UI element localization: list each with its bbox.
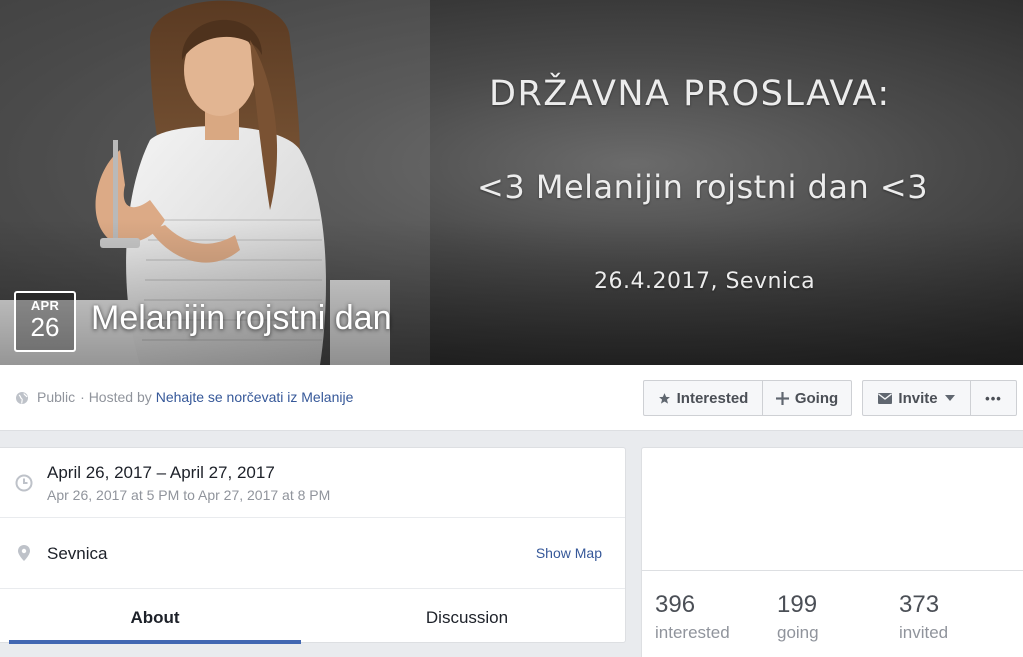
interested-button[interactable]: Interested: [643, 380, 763, 416]
hosted-by-label: · Hosted by: [80, 389, 152, 405]
more-options-button[interactable]: •••: [970, 380, 1017, 416]
stat-invited-count: 373: [899, 591, 940, 618]
event-title: Melanijin rojstni dan: [91, 299, 392, 337]
stat-interested[interactable]: 396 interested: [655, 591, 730, 643]
stat-interested-count: 396: [655, 591, 696, 618]
stat-invited[interactable]: 373 invited: [899, 591, 948, 643]
interested-button-label: Interested: [676, 389, 749, 407]
map-pin-icon: [18, 545, 30, 566]
globe-icon: [16, 391, 28, 404]
invite-button[interactable]: Invite: [862, 380, 971, 416]
stat-going-count: 199: [777, 591, 818, 618]
more-options-icon: •••: [985, 390, 1002, 406]
cover-photo-area: DRŽAVNA PROSLAVA: <3 Melanijin rojstni d…: [0, 0, 1023, 365]
event-tabs: About Discussion: [0, 589, 625, 644]
stat-going[interactable]: 199 going: [777, 591, 819, 643]
event-location: Sevnica: [47, 544, 108, 563]
privacy-label: Public: [37, 389, 76, 405]
event-date-month: APR: [30, 298, 60, 313]
stat-interested-label: interested: [655, 623, 730, 642]
stat-going-label: going: [777, 623, 819, 642]
going-button[interactable]: Going: [762, 380, 852, 416]
event-stats-card: 396 interested 199 going 373 invited: [641, 447, 1023, 657]
event-details-card: April 26, 2017 – April 27, 2017 Apr 26, …: [0, 447, 626, 644]
stats-divider: [642, 570, 1023, 571]
invite-button-label: Invite: [898, 389, 938, 407]
event-privacy-host: Public · Hosted by Nehajte se norčevati …: [16, 389, 353, 405]
event-date-range: April 26, 2017 – April 27, 2017: [47, 463, 275, 482]
going-button-label: Going: [794, 389, 839, 407]
event-date-day: 26: [30, 312, 60, 342]
plus-icon: [775, 391, 789, 405]
stat-invited-label: invited: [899, 623, 949, 642]
cover-text-subtitle: <3 Melanijin rojstni dan <3: [477, 168, 929, 206]
show-map-link[interactable]: Show Map: [536, 545, 602, 561]
star-icon: [658, 392, 671, 405]
event-date-detail: Apr 26, 2017 at 5 PM to Apr 27, 2017 at …: [47, 487, 331, 503]
tab-about[interactable]: About: [9, 589, 301, 644]
event-date-badge: APR 26: [14, 291, 76, 352]
clock-icon: [15, 474, 33, 497]
host-link[interactable]: Nehajte se norčevati iz Melanije: [156, 389, 354, 405]
tab-discussion[interactable]: Discussion: [321, 589, 613, 644]
event-time-row[interactable]: April 26, 2017 – April 27, 2017 Apr 26, …: [0, 448, 625, 518]
event-location-row[interactable]: Sevnica Show Map: [0, 518, 625, 589]
cover-text-date-place: 26.4.2017, Sevnica: [594, 269, 816, 294]
envelope-icon: [878, 392, 893, 404]
cover-text-headline: DRŽAVNA PROSLAVA:: [489, 74, 891, 114]
chevron-down-icon: [944, 395, 955, 401]
event-meta-bar: Public · Hosted by Nehajte se norčevati …: [0, 365, 1023, 431]
